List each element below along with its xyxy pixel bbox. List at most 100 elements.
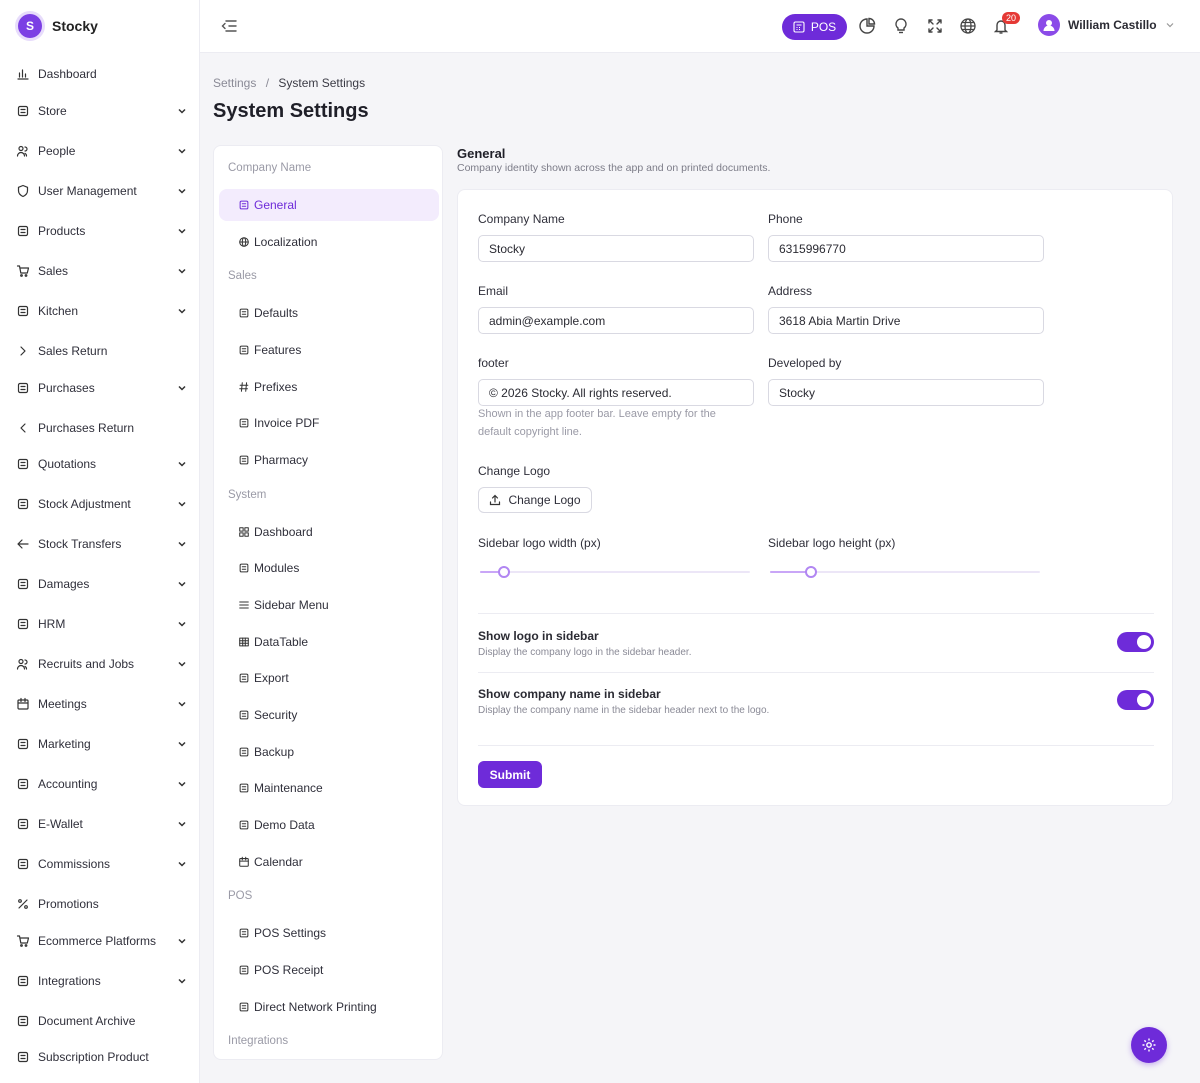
sidebar-item-label: Products bbox=[38, 224, 86, 238]
wallet-icon bbox=[16, 857, 30, 871]
sidebar-item-meetings[interactable]: Meetings bbox=[0, 689, 200, 719]
logo-width-slider[interactable] bbox=[480, 565, 750, 579]
company-name-input[interactable] bbox=[478, 235, 754, 262]
sidebar-item-document-archive[interactable]: Document Archive bbox=[0, 1006, 200, 1036]
sidebar-item-recruits-and-jobs[interactable]: Recruits and Jobs bbox=[0, 649, 200, 679]
avatar bbox=[1038, 14, 1060, 36]
sidebar-item-sales[interactable]: Sales bbox=[0, 256, 200, 286]
toggle-knob bbox=[1137, 693, 1151, 707]
developed-by-input[interactable] bbox=[768, 379, 1044, 406]
globe-icon[interactable] bbox=[959, 17, 977, 35]
slider-thumb[interactable] bbox=[498, 566, 511, 578]
settings-item-maintenance[interactable]: Maintenance bbox=[219, 772, 439, 804]
menu-collapse-icon[interactable] bbox=[220, 17, 238, 35]
show-name-desc: Display the company name in the sidebar … bbox=[478, 705, 770, 716]
upload-icon bbox=[490, 494, 501, 506]
change-logo-label: Change Logo bbox=[478, 464, 551, 478]
show-logo-toggle[interactable] bbox=[1117, 632, 1154, 652]
brand[interactable]: S Stocky bbox=[0, 0, 199, 52]
sidebar-item-hrm[interactable]: HRM bbox=[0, 609, 200, 639]
show-name-toggle[interactable] bbox=[1117, 690, 1154, 710]
sidebar-item-stock-adjustment[interactable]: Stock Adjustment bbox=[0, 489, 200, 519]
sidebar-item-accounting[interactable]: Accounting bbox=[0, 769, 200, 799]
sidebar-item-label: Marketing bbox=[38, 737, 91, 751]
wallet-icon bbox=[16, 777, 30, 791]
settings-item-calendar[interactable]: Calendar bbox=[219, 846, 439, 878]
sidebar-item-label: People bbox=[38, 144, 76, 158]
settings-item-prefixes[interactable]: Prefixes bbox=[219, 371, 439, 403]
settings-fab[interactable] bbox=[1131, 1027, 1167, 1063]
chevron-down-icon bbox=[176, 658, 188, 670]
settings-item-label: Direct Network Printing bbox=[254, 1000, 377, 1014]
settings-item-pos-receipt[interactable]: POS Receipt bbox=[219, 954, 439, 986]
sidebar-item-kitchen[interactable]: Kitchen bbox=[0, 296, 200, 326]
submit-button[interactable]: Submit bbox=[478, 761, 542, 788]
basket-icon bbox=[16, 457, 30, 471]
user-menu[interactable]: William Castillo bbox=[1038, 14, 1175, 36]
sidebar-item-label: Sales bbox=[38, 264, 69, 278]
settings-item-backup[interactable]: Backup bbox=[219, 736, 439, 768]
settings-item-localization[interactable]: Localization bbox=[219, 226, 439, 258]
breadcrumb-settings[interactable]: Settings bbox=[213, 76, 256, 90]
chevron-down-icon bbox=[176, 185, 188, 197]
developed-by-label: Developed by bbox=[768, 356, 842, 370]
address-input[interactable] bbox=[768, 307, 1044, 334]
sidebar-item-purchases-return[interactable]: Purchases Return bbox=[0, 413, 200, 443]
phone-input[interactable] bbox=[768, 235, 1044, 262]
sidebar-item-ecommerce-platforms[interactable]: Ecommerce Platforms bbox=[0, 926, 200, 956]
cloud-upload-icon bbox=[238, 746, 250, 758]
chevron-down-icon bbox=[176, 498, 188, 510]
settings-item-general[interactable]: General bbox=[219, 189, 439, 221]
sidebar-item-quotations[interactable]: Quotations bbox=[0, 449, 200, 479]
settings-item-label: Localization bbox=[254, 235, 318, 249]
email-input[interactable] bbox=[478, 307, 754, 334]
pie-chart-icon[interactable] bbox=[858, 17, 876, 35]
sidebar-item-damages[interactable]: Damages bbox=[0, 569, 200, 599]
sidebar-item-products[interactable]: Products bbox=[0, 216, 200, 246]
settings-item-demo-data[interactable]: Demo Data bbox=[219, 809, 439, 841]
sidebar-item-integrations[interactable]: Integrations bbox=[0, 966, 200, 996]
grid-icon bbox=[238, 526, 250, 538]
sidebar-item-marketing[interactable]: Marketing bbox=[0, 729, 200, 759]
settings-item-security[interactable]: Security bbox=[219, 699, 439, 731]
settings-item-datatable[interactable]: DataTable bbox=[219, 626, 439, 658]
chevron-down-icon bbox=[176, 538, 188, 550]
settings-item-dashboard[interactable]: Dashboard bbox=[219, 516, 439, 548]
fullscreen-icon[interactable] bbox=[926, 17, 944, 35]
sidebar-item-dashboard[interactable]: Dashboard bbox=[0, 59, 200, 89]
settings-item-defaults[interactable]: Defaults bbox=[219, 297, 439, 329]
sidebar-item-commissions[interactable]: Commissions bbox=[0, 849, 200, 879]
pos-button[interactable]: POS bbox=[782, 14, 847, 40]
settings-item-export[interactable]: Export bbox=[219, 662, 439, 694]
sidebar-item-sales-return[interactable]: Sales Return bbox=[0, 336, 200, 366]
lightbulb-icon[interactable] bbox=[892, 17, 910, 35]
settings-item-label: Calendar bbox=[254, 855, 303, 869]
settings-item-features[interactable]: Features bbox=[219, 334, 439, 366]
logo-height-slider[interactable] bbox=[770, 565, 1040, 579]
receipt-icon bbox=[16, 381, 30, 395]
sidebar-item-store[interactable]: Store bbox=[0, 96, 200, 126]
wallet-icon bbox=[16, 817, 30, 831]
settings-item-pos-settings[interactable]: POS Settings bbox=[219, 917, 439, 949]
footer-input[interactable] bbox=[478, 379, 754, 406]
sidebar-item-promotions[interactable]: Promotions bbox=[0, 889, 200, 919]
sidebar-item-user-management[interactable]: User Management bbox=[0, 176, 200, 206]
settings-item-invoice-pdf[interactable]: Invoice PDF bbox=[219, 407, 439, 439]
sidebar-item-label: Purchases Return bbox=[38, 421, 135, 435]
sidebar-item-e-wallet[interactable]: E-Wallet bbox=[0, 809, 200, 839]
settings-item-pharmacy[interactable]: Pharmacy bbox=[219, 444, 439, 476]
settings-item-sidebar-menu[interactable]: Sidebar Menu bbox=[219, 589, 439, 621]
user-name: William Castillo bbox=[1068, 18, 1157, 32]
settings-item-direct-network-printing[interactable]: Direct Network Printing bbox=[219, 991, 439, 1023]
settings-item-modules[interactable]: Modules bbox=[219, 552, 439, 584]
sidebar-item-label: Promotions bbox=[38, 897, 99, 911]
sidebar-item-subscription-product[interactable]: Subscription Product bbox=[0, 1042, 200, 1072]
users-icon bbox=[16, 657, 30, 671]
sidebar-item-stock-transfers[interactable]: Stock Transfers bbox=[0, 529, 200, 559]
change-logo-button[interactable]: Change Logo bbox=[478, 487, 592, 513]
sidebar-item-people[interactable]: People bbox=[0, 136, 200, 166]
folder-icon bbox=[16, 1014, 30, 1028]
slider-thumb[interactable] bbox=[804, 566, 817, 578]
sidebar-item-label: HRM bbox=[38, 617, 66, 631]
sidebar-item-purchases[interactable]: Purchases bbox=[0, 373, 200, 403]
